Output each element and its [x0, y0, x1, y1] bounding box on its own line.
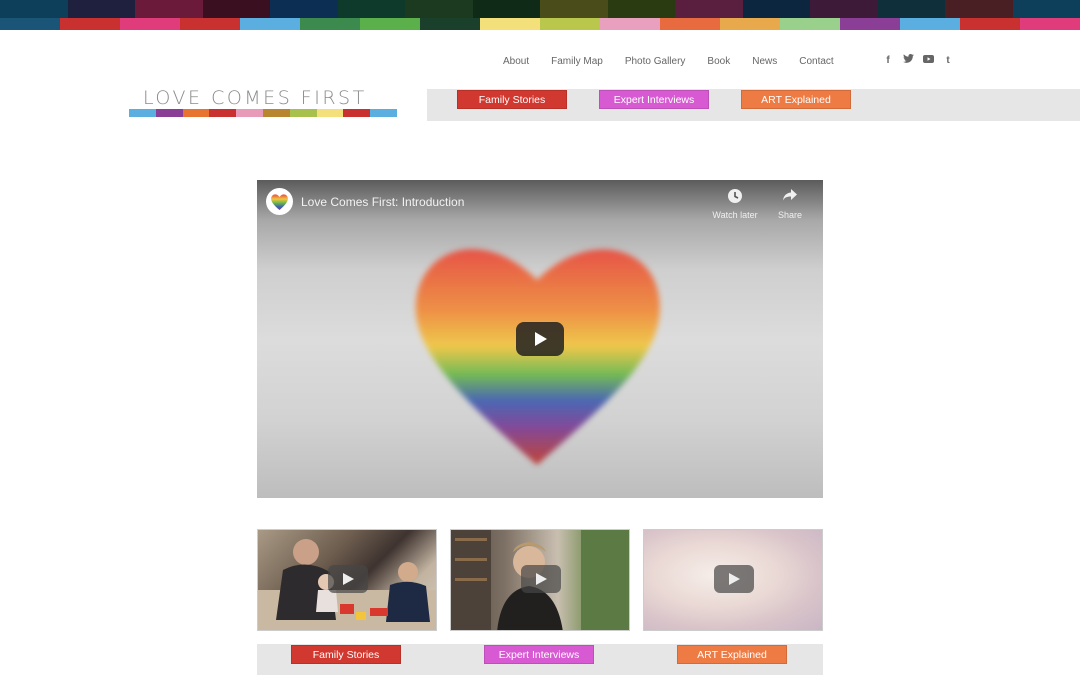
stripe-light-segment-16	[960, 18, 1020, 30]
stripe-dark-segment-2	[135, 0, 203, 18]
stripe-dark-segment-13	[877, 0, 945, 18]
stripe-dark-segment-14	[945, 0, 1013, 18]
video-title: Love Comes First: Introduction	[301, 195, 465, 209]
twitter-icon[interactable]	[898, 54, 918, 68]
tumblr-icon[interactable]: t	[938, 54, 958, 68]
stripe-light-segment-14	[840, 18, 900, 30]
play-icon	[343, 573, 354, 585]
logo-text: LOVE COMES FIRST	[143, 87, 367, 109]
play-icon	[535, 332, 547, 346]
watch-later-button[interactable]: Watch later	[707, 188, 763, 220]
nav-photo-gallery[interactable]: Photo Gallery	[625, 55, 686, 69]
stripe-dark-segment-5	[337, 0, 405, 18]
logo-bar-segment-8	[343, 109, 371, 117]
logo-color-bar	[129, 109, 397, 117]
stripe-light-segment-9	[540, 18, 600, 30]
top-color-stripe	[0, 0, 1080, 30]
intro-video-player[interactable]: Love Comes First: Introduction Watch lat…	[257, 180, 823, 498]
stripe-light-segment-17	[1020, 18, 1080, 30]
stripe-light-segment-3	[180, 18, 240, 30]
nav-news[interactable]: News	[752, 55, 777, 69]
stripe-light-segment-7	[420, 18, 480, 30]
category-band-top: Family Stories Expert Interviews ART Exp…	[427, 89, 1080, 121]
art-explained-button-bottom[interactable]: ART Explained	[677, 645, 787, 664]
share-button[interactable]: Share	[762, 188, 818, 220]
logo-bar-segment-9	[370, 109, 397, 117]
stripe-dark-segment-8	[540, 0, 608, 18]
art-explained-thumbnail[interactable]	[643, 529, 823, 631]
site-logo[interactable]: LOVE COMES FIRST	[129, 88, 397, 118]
family-stories-button[interactable]: Family Stories	[457, 90, 567, 109]
social-links: f t	[878, 54, 958, 68]
stripe-light-segment-6	[360, 18, 420, 30]
channel-avatar[interactable]	[266, 188, 293, 215]
family-stories-thumbnail[interactable]	[257, 529, 437, 631]
stripe-dark-segment-10	[675, 0, 743, 18]
nav-about[interactable]: About	[503, 55, 529, 69]
expert-interviews-button[interactable]: Expert Interviews	[599, 90, 709, 109]
logo-bar-segment-4	[236, 109, 263, 117]
stripe-dark-segment-12	[810, 0, 878, 18]
logo-bar-segment-0	[129, 109, 156, 117]
nav-book[interactable]: Book	[707, 55, 730, 69]
play-icon	[536, 573, 547, 585]
stripe-light-segment-4	[240, 18, 300, 30]
expert-interviews-thumbnail[interactable]	[450, 529, 630, 631]
share-label: Share	[777, 210, 803, 220]
stripe-dark-segment-4	[270, 0, 338, 18]
stripe-dark-segment-7	[472, 0, 540, 18]
logo-bar-segment-3	[209, 109, 237, 117]
nav-contact[interactable]: Contact	[799, 55, 833, 69]
expert-interviews-play-button[interactable]	[521, 565, 561, 593]
youtube-icon[interactable]	[918, 54, 938, 68]
family-stories-button-bottom[interactable]: Family Stories	[291, 645, 401, 664]
video-play-button[interactable]	[516, 322, 564, 356]
stripe-dark-segment-6	[405, 0, 473, 18]
logo-bar-segment-5	[262, 109, 290, 117]
share-icon	[762, 188, 818, 206]
category-band-bottom: Family Stories Expert Interviews ART Exp…	[257, 644, 823, 675]
stripe-light-segment-13	[780, 18, 840, 30]
logo-bar-segment-6	[289, 109, 317, 117]
art-explained-button[interactable]: ART Explained	[741, 90, 851, 109]
stripe-light-segment-11	[660, 18, 720, 30]
stripe-dark-segment-3	[202, 0, 270, 18]
nav-family-map[interactable]: Family Map	[551, 55, 603, 69]
stripe-dark-segment-0	[0, 0, 68, 18]
stripe-light-segment-2	[120, 18, 180, 30]
main-nav: About Family Map Photo Gallery Book News…	[492, 55, 845, 69]
stripe-light-segment-5	[300, 18, 360, 30]
stripe-light-segment-15	[900, 18, 960, 30]
clock-icon	[707, 188, 763, 206]
expert-interviews-button-bottom[interactable]: Expert Interviews	[484, 645, 594, 664]
stripe-dark-segment-11	[742, 0, 810, 18]
stripe-light-segment-12	[720, 18, 780, 30]
stripe-light-segment-8	[480, 18, 540, 30]
logo-bar-segment-1	[155, 109, 183, 117]
logo-bar-segment-7	[316, 109, 344, 117]
top-stripe-light-row	[0, 18, 1080, 30]
logo-bar-segment-2	[182, 109, 210, 117]
stripe-dark-segment-15	[1012, 0, 1080, 18]
stripe-dark-segment-9	[607, 0, 675, 18]
play-icon	[729, 573, 740, 585]
watch-later-label: Watch later	[712, 210, 758, 220]
stripe-light-segment-0	[0, 18, 60, 30]
top-stripe-dark-row	[0, 0, 1080, 18]
facebook-icon[interactable]: f	[878, 54, 898, 68]
family-stories-play-button[interactable]	[328, 565, 368, 593]
stripe-light-segment-1	[60, 18, 120, 30]
art-explained-play-button[interactable]	[714, 565, 754, 593]
stripe-dark-segment-1	[67, 0, 135, 18]
stripe-light-segment-10	[600, 18, 660, 30]
